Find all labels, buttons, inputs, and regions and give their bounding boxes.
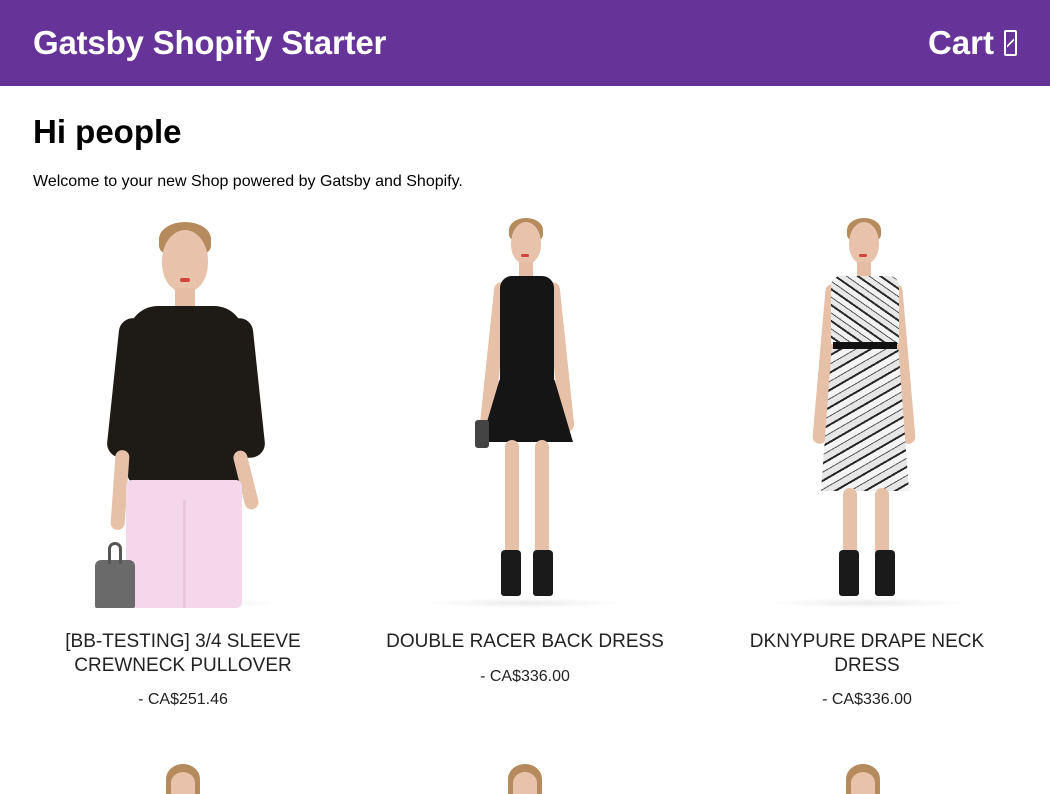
product-name[interactable]: DOUBLE RACER BACK DRESS xyxy=(355,630,695,654)
product-card[interactable]: DKNYPURE DRAPE NECK DRESS - CA$336.00 xyxy=(697,210,1037,709)
product-image-partial[interactable] xyxy=(166,764,206,794)
product-name[interactable]: [BB-TESTING] 3/4 SLEEVE CREWNECK PULLOVE… xyxy=(13,630,353,677)
product-image-partial[interactable] xyxy=(846,764,886,794)
product-image[interactable] xyxy=(697,210,1037,608)
product-price: - CA$336.00 xyxy=(480,667,570,685)
site-title-link[interactable]: Gatsby Shopify Starter xyxy=(33,24,386,62)
cart-label: Cart xyxy=(927,24,994,61)
product-card[interactable]: DOUBLE RACER BACK DRESS - CA$336.00 xyxy=(355,210,695,686)
product-image-partial[interactable] xyxy=(508,764,548,794)
product-image[interactable] xyxy=(355,210,695,608)
page-title: Hi people xyxy=(33,113,182,150)
cart-link[interactable]: Cart xyxy=(928,24,1017,62)
site-header: Gatsby Shopify Starter Cart xyxy=(0,0,1050,86)
product-card[interactable]: [BB-TESTING] 3/4 SLEEVE CREWNECK PULLOVE… xyxy=(13,210,353,709)
product-name[interactable]: DKNYPURE DRAPE NECK DRESS xyxy=(697,630,1037,677)
product-price: - CA$336.00 xyxy=(822,691,912,708)
product-price: - CA$251.46 xyxy=(138,691,228,708)
shopping-bag-icon xyxy=(1004,30,1017,56)
product-image[interactable] xyxy=(13,210,353,608)
intro-text: Welcome to your new Shop powered by Gats… xyxy=(33,173,463,190)
